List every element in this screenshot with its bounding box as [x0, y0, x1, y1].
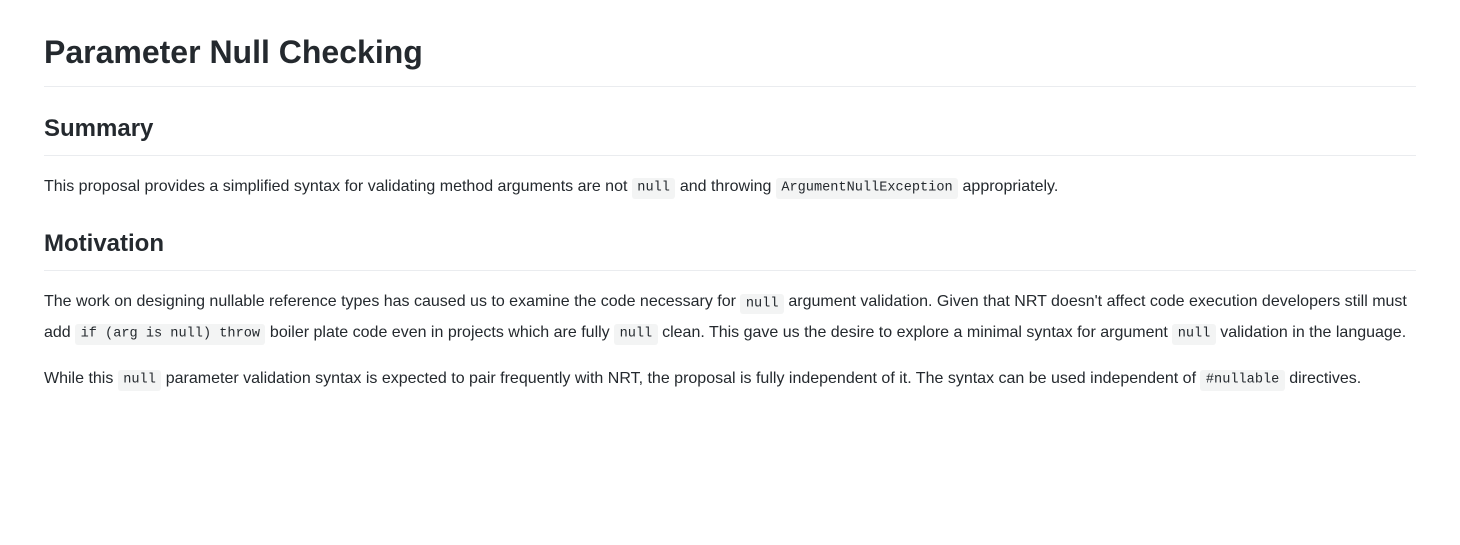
text-span: directives.: [1285, 370, 1361, 387]
text-span: clean. This gave us the desire to explor…: [658, 324, 1173, 341]
text-span: and throwing: [675, 178, 776, 195]
code-inline: #nullable: [1200, 370, 1284, 390]
section-heading-summary: Summary: [44, 111, 1416, 156]
code-inline: null: [118, 370, 162, 390]
text-span: The work on designing nullable reference…: [44, 293, 740, 310]
text-span: parameter validation syntax is expected …: [161, 370, 1200, 387]
code-inline: null: [1172, 324, 1216, 344]
code-inline: null: [740, 294, 784, 314]
summary-paragraph: This proposal provides a simplified synt…: [44, 172, 1416, 202]
section-heading-motivation: Motivation: [44, 226, 1416, 271]
code-inline: null: [614, 324, 658, 344]
text-span: appropriately.: [958, 178, 1058, 195]
code-inline: ArgumentNullException: [776, 178, 958, 198]
motivation-paragraph-2: While this null parameter validation syn…: [44, 364, 1416, 394]
motivation-paragraph-1: The work on designing nullable reference…: [44, 287, 1416, 348]
page-title: Parameter Null Checking: [44, 28, 1416, 87]
text-span: boiler plate code even in projects which…: [265, 324, 614, 341]
text-span: validation in the language.: [1216, 324, 1406, 341]
code-inline: null: [632, 178, 676, 198]
text-span: While this: [44, 370, 118, 387]
text-span: This proposal provides a simplified synt…: [44, 178, 632, 195]
code-inline: if (arg is null) throw: [75, 324, 265, 344]
